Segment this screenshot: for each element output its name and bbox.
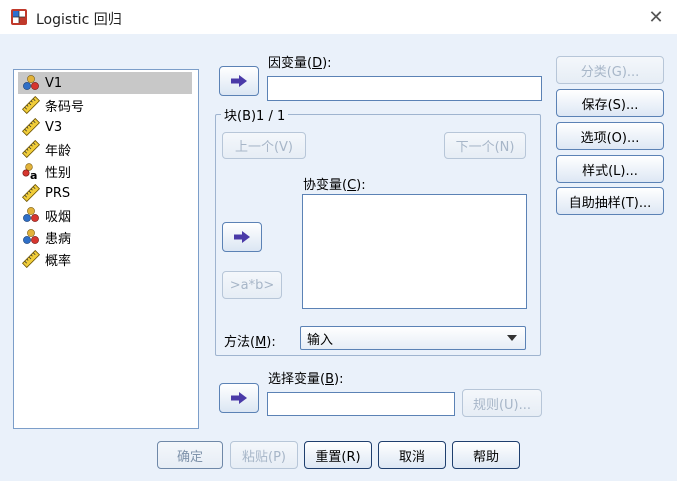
right-arrow-icon <box>234 231 250 243</box>
list-item[interactable]: 年龄 <box>14 138 198 160</box>
covariates-list[interactable] <box>302 194 527 309</box>
list-item[interactable]: V1 <box>18 72 192 94</box>
classify-button[interactable]: 分类(G)... <box>556 56 664 84</box>
move-to-covariates-button[interactable] <box>222 222 262 252</box>
options-button[interactable]: 选项(O)... <box>556 122 664 150</box>
reset-button[interactable]: 重置(R) <box>304 441 372 469</box>
list-item[interactable]: 患病 <box>14 226 198 248</box>
move-to-dependent-button[interactable] <box>219 66 259 96</box>
save-button[interactable]: 保存(S)... <box>556 89 664 117</box>
variable-label: V3 <box>45 119 63 135</box>
title-bar: Logistic 回归 ✕ <box>0 0 677 34</box>
close-icon[interactable]: ✕ <box>643 4 669 30</box>
variable-label: PRS <box>45 185 71 201</box>
covariates-label: 协变量(C): <box>303 178 366 193</box>
string-nominal-icon: a <box>22 162 40 182</box>
scale-icon <box>21 139 41 159</box>
cancel-button[interactable]: 取消 <box>378 441 446 469</box>
rule-button[interactable]: 规则(U)... <box>462 389 542 417</box>
list-item[interactable]: 条码号 <box>14 94 198 116</box>
move-to-selection-button[interactable] <box>219 383 259 413</box>
selection-variable-field[interactable] <box>267 392 455 416</box>
window-title: Logistic 回归 <box>36 12 122 28</box>
nominal-icon <box>22 228 40 246</box>
interaction-button[interactable]: >a*b> <box>222 271 282 299</box>
method-selected-value: 输入 <box>307 332 334 348</box>
paste-button[interactable]: 粘贴(P) <box>230 441 298 469</box>
method-dropdown[interactable]: 输入 <box>300 326 526 350</box>
nominal-icon <box>22 74 40 92</box>
scale-icon <box>21 183 41 203</box>
previous-block-button[interactable]: 上一个(V) <box>222 132 306 159</box>
variable-label: 患病 <box>45 231 72 247</box>
list-item[interactable]: PRS <box>14 182 198 204</box>
variable-label: V1 <box>45 75 63 91</box>
list-item[interactable]: 吸烟 <box>14 204 198 226</box>
source-variable-list[interactable]: V1 条码号 V3 年龄 a 性别 PRS 吸烟患病概率 <box>13 69 199 429</box>
scale-icon <box>21 95 41 115</box>
scale-icon <box>21 249 41 269</box>
logistic-regression-dialog: Logistic 回归 ✕ V1 条码号 V3 年龄 a 性别 PRS 吸烟患病概率 因变量(… <box>0 0 677 481</box>
spss-app-icon <box>11 9 27 25</box>
list-item[interactable]: V3 <box>14 116 198 138</box>
variable-label: 条码号 <box>45 99 85 115</box>
right-arrow-icon <box>231 392 247 404</box>
dependent-variable-field[interactable] <box>267 76 542 101</box>
variable-label: 概率 <box>45 253 72 269</box>
method-label: 方法(M): <box>224 335 276 350</box>
next-block-button[interactable]: 下一个(N) <box>444 132 526 159</box>
selection-variable-label: 选择变量(B): <box>268 372 344 387</box>
list-item[interactable]: a 性别 <box>14 160 198 182</box>
scale-icon <box>21 117 41 137</box>
ok-button[interactable]: 确定 <box>157 441 223 469</box>
dependent-label: 因变量(D): <box>268 56 332 71</box>
variable-label: 性别 <box>45 165 72 181</box>
variable-label: 吸烟 <box>45 209 72 225</box>
right-arrow-icon <box>231 75 247 87</box>
block-title: 块(B)1 / 1 <box>221 105 289 124</box>
help-button[interactable]: 帮助 <box>452 441 520 469</box>
variable-label: 年龄 <box>45 143 72 159</box>
bootstrap-button[interactable]: 自助抽样(T)... <box>556 187 664 215</box>
chevron-down-icon <box>507 335 517 341</box>
style-button[interactable]: 样式(L)... <box>556 155 664 183</box>
list-item[interactable]: 概率 <box>14 248 198 270</box>
nominal-icon <box>22 206 40 224</box>
svg-text:a: a <box>30 169 37 180</box>
